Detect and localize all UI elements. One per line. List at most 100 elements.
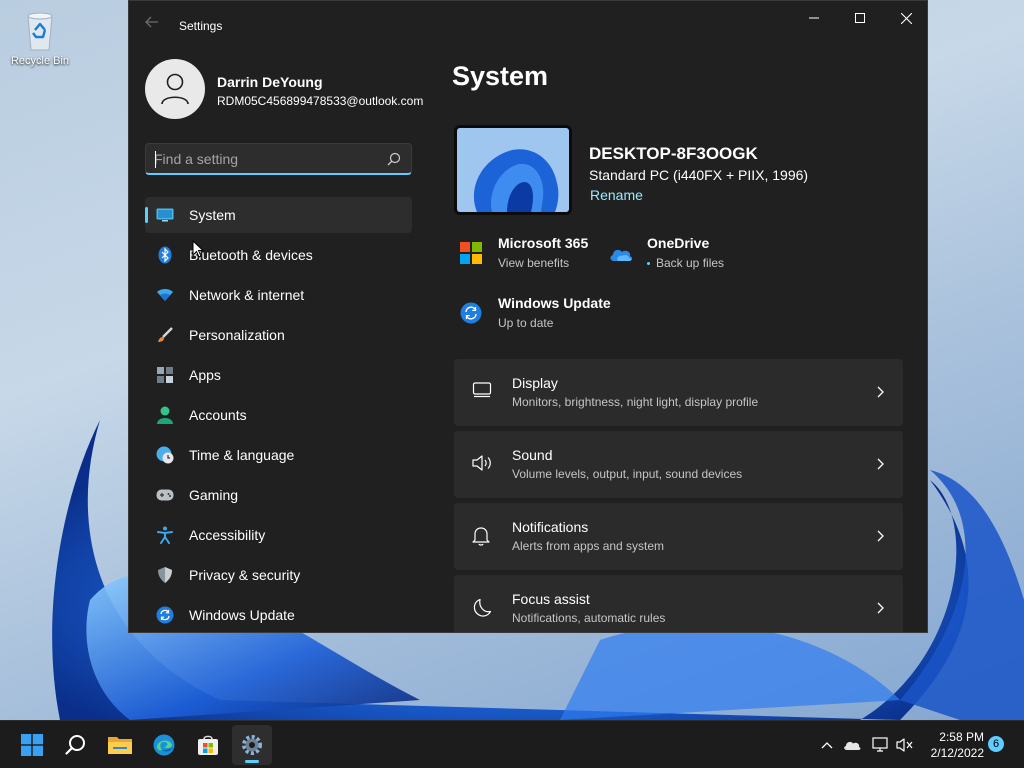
taskbar-clock[interactable]: 2:58 PM 2/12/2022 (922, 729, 984, 761)
clock-globe-icon (155, 445, 175, 465)
notification-count-badge[interactable]: 6 (988, 736, 1004, 752)
settings-card-display[interactable]: Display Monitors, brightness, night ligh… (454, 359, 903, 426)
sidebar-item-time-language[interactable]: Time & language (145, 437, 412, 473)
card-title: Notifications (512, 519, 589, 535)
onedrive-tray-button[interactable] (843, 736, 861, 754)
sidebar-item-privacy-security[interactable]: Privacy & security (145, 557, 412, 593)
settings-card-notifications[interactable]: Notifications Alerts from apps and syste… (454, 503, 903, 570)
sidebar-nav: System Bluetooth & devices Network & int… (145, 197, 412, 632)
settings-window: Settings Darrin DeYoung RDM05C4568994785… (128, 0, 928, 633)
volume-tray-button[interactable] (896, 736, 914, 754)
sidebar-item-label: Windows Update (189, 607, 295, 623)
sidebar-item-personalization[interactable]: Personalization (145, 317, 412, 353)
recycle-bin-icon (20, 8, 60, 52)
folder-icon (108, 737, 132, 754)
sidebar-item-label: Privacy & security (189, 567, 301, 583)
clock-date: 2/12/2022 (930, 746, 984, 760)
card-subtitle: Monitors, brightness, night light, displ… (512, 395, 759, 409)
monitor-icon (155, 205, 175, 225)
chevron-right-icon (877, 458, 884, 470)
moon-icon (472, 598, 492, 618)
edge-icon (153, 734, 175, 756)
sidebar-item-label: Accessibility (189, 527, 266, 543)
user-name: Darrin DeYoung (217, 74, 323, 90)
gear-icon (242, 735, 262, 755)
microsoft-logo-icon (460, 242, 484, 266)
quick-link-subtitle: Up to date (498, 316, 554, 330)
gamepad-icon (155, 485, 175, 505)
taskbar-search-button[interactable] (56, 725, 96, 765)
device-wallpaper-thumbnail (454, 125, 572, 215)
page-title: System (452, 61, 549, 91)
avatar (145, 59, 205, 119)
sidebar-item-label: Time & language (189, 447, 295, 463)
taskbar: 2:58 PM 2/12/2022 (0, 720, 1024, 768)
sidebar-item-accessibility[interactable]: Accessibility (145, 517, 412, 553)
taskbar-store[interactable] (188, 725, 228, 765)
store-icon (198, 735, 218, 755)
card-subtitle: Alerts from apps and system (512, 539, 665, 553)
quick-link-title: OneDrive (647, 235, 710, 251)
sidebar-item-gaming[interactable]: Gaming (145, 477, 412, 513)
sidebar-item-label: Gaming (189, 487, 239, 503)
sidebar-item-label: System (189, 207, 236, 223)
settings-card-sound[interactable]: Sound Volume levels, output, input, soun… (454, 431, 903, 498)
user-email: RDM05C456899478533@outlook.com (217, 94, 424, 108)
status-dot-icon (647, 262, 650, 266)
sidebar-item-bluetooth[interactable]: Bluetooth & devices (145, 237, 412, 273)
chevron-up-icon (821, 742, 833, 749)
network-tray-button[interactable] (871, 736, 889, 754)
quick-link-title: Microsoft 365 (498, 235, 589, 251)
volume-muted-icon (896, 738, 913, 752)
sidebar-item-label: Accounts (189, 407, 247, 423)
active-app-indicator (245, 760, 259, 763)
card-title: Display (512, 375, 558, 391)
sidebar-item-label: Network & internet (189, 287, 305, 303)
bell-icon (472, 526, 492, 546)
update-icon (460, 302, 484, 326)
quick-link-subtitle-text: Back up files (656, 256, 725, 270)
desktop-icon-recycle-bin[interactable]: Recycle Bin (6, 8, 74, 67)
taskbar-file-explorer[interactable] (100, 725, 140, 765)
bluetooth-icon (155, 245, 175, 265)
taskbar-settings[interactable] (232, 725, 272, 765)
display-icon (472, 382, 492, 402)
windows-start-icon (21, 734, 43, 756)
sidebar-item-label: Bluetooth & devices (189, 247, 313, 263)
accessibility-icon (155, 525, 175, 545)
back-arrow-icon (145, 16, 158, 28)
sidebar-item-accounts[interactable]: Accounts (145, 397, 412, 433)
search-input[interactable] (154, 149, 374, 169)
wifi-icon (155, 285, 175, 305)
app-title: Settings (179, 19, 223, 33)
taskbar-start-button[interactable] (12, 725, 52, 765)
shield-icon (155, 565, 175, 585)
search-icon (65, 735, 85, 755)
taskbar-edge[interactable] (144, 725, 184, 765)
settings-card-focus-assist[interactable]: Focus assist Notifications, automatic ru… (454, 575, 903, 632)
chevron-right-icon (877, 602, 884, 614)
apps-icon (155, 365, 175, 385)
onedrive-cloud-icon (609, 242, 633, 266)
back-button[interactable] (141, 13, 163, 35)
sidebar-item-system[interactable]: System (145, 197, 412, 233)
search-icon[interactable] (387, 152, 401, 166)
card-subtitle: Notifications, automatic rules (512, 611, 666, 625)
sidebar-item-windows-update[interactable]: Windows Update (145, 597, 412, 632)
show-hidden-icons-button[interactable] (818, 736, 836, 754)
speaker-icon (472, 454, 492, 474)
quick-link-subtitle: Back up files (647, 256, 724, 270)
paintbrush-icon (155, 325, 175, 345)
rename-link[interactable]: Rename (590, 187, 643, 203)
person-avatar-icon (161, 73, 189, 105)
search-box[interactable] (145, 143, 412, 175)
quick-link-subtitle: View benefits (498, 256, 570, 270)
chevron-right-icon (877, 530, 884, 542)
main-content: System DESKTOP-8F3OOGK Standard PC (i440… (452, 1, 927, 632)
sidebar-item-apps[interactable]: Apps (145, 357, 412, 393)
update-icon (155, 605, 175, 625)
sidebar-item-network[interactable]: Network & internet (145, 277, 412, 313)
person-icon (155, 405, 175, 425)
desktop-icon-label: Recycle Bin (10, 55, 70, 67)
card-title: Sound (512, 447, 553, 463)
